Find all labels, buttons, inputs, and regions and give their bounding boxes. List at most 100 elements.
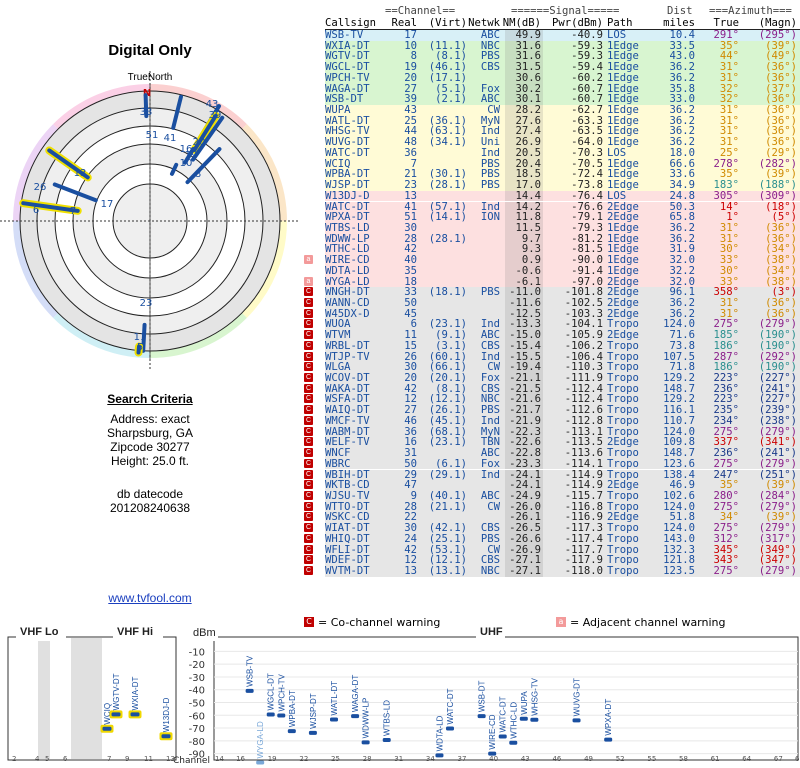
cell-dist: 36.2	[669, 126, 695, 138]
cell-pwr: -60.7	[571, 94, 603, 106]
cell-virt: (45.1)	[428, 415, 467, 427]
cell-dist: 124.0	[663, 426, 695, 438]
cell-net: ION	[480, 212, 500, 223]
cell-real: 51	[404, 212, 417, 223]
cell-virt: (9.1)	[435, 330, 467, 341]
cell-path: 1Edge	[607, 222, 639, 234]
cell-virt: (18.1)	[428, 287, 467, 298]
cell-virt: (25.1)	[428, 533, 467, 545]
cell-m: (279°)	[758, 426, 797, 438]
channel-tick: 43	[521, 755, 530, 763]
co-channel-warning-icon: C	[304, 555, 313, 565]
channel-tick: 16	[236, 755, 245, 763]
station-mark	[308, 730, 317, 735]
station-mark-label: WDTA-LD	[435, 715, 444, 751]
cell-pwr: -115.7	[564, 490, 603, 502]
cell-path: 2Edge	[607, 287, 639, 298]
cell-net: CBS	[480, 340, 500, 352]
station-mark-label: WSB-DT	[478, 681, 487, 713]
cell-m: (284°)	[758, 490, 797, 502]
co-channel-warning-icon: C	[304, 415, 313, 425]
cell-nm: -23.3	[509, 458, 541, 470]
channel-tick: 40	[489, 755, 498, 763]
tvfool-link[interactable]: www.tvfool.com	[0, 591, 300, 605]
cell-nm: -15.0	[509, 330, 541, 341]
cell-nm: -12.5	[509, 308, 541, 320]
station-mark	[161, 734, 171, 739]
cell-real: 22	[404, 512, 417, 524]
cell-t: 186°	[713, 340, 739, 352]
cell-m: (36°)	[765, 298, 797, 309]
cell-real: 25	[404, 115, 417, 127]
cell-t: 186°	[713, 362, 739, 374]
vhf-gap	[71, 638, 102, 759]
y-tick-label: -40	[189, 686, 205, 697]
cell-pwr: -90.0	[571, 255, 603, 266]
cell-real: 30	[404, 362, 417, 374]
cell-real: 45	[404, 308, 417, 320]
cell-dist: 73.8	[669, 340, 695, 352]
cell-path: 1Edge	[607, 94, 639, 106]
cell-dist: 18.0	[669, 147, 695, 159]
co-channel-warning-icon: C	[304, 544, 313, 554]
cell-pwr: -113.6	[564, 448, 603, 459]
station-mark-label: WPCH-TV	[277, 674, 286, 712]
radar-channel-label: 8	[195, 169, 201, 180]
table-row: WUOA 6 (23.1) Ind -13.3 -104.1 Tropo 124.0 275°(…	[325, 319, 800, 331]
cell-m: (36°)	[765, 94, 797, 106]
cell-path: LOS	[607, 147, 627, 159]
cell-m: (39°)	[765, 40, 797, 52]
cell-dist: 31.9	[669, 244, 695, 256]
cell-t: 275°	[713, 319, 739, 331]
station-mark-label: WTHC-LD	[509, 702, 518, 739]
cell-dist: 124.0	[663, 523, 695, 534]
cell-net: CW	[487, 105, 500, 116]
cell-m: (36°)	[765, 115, 797, 127]
cell-m: (190°)	[758, 330, 797, 341]
cell-path: 1Edge	[607, 137, 639, 148]
search-heading: Search Criteria	[107, 392, 193, 406]
cell-net: CBS	[480, 62, 500, 73]
cell-real: 27	[404, 83, 417, 95]
cell-path: Tropo	[607, 533, 639, 545]
cell-virt: (6.1)	[435, 458, 467, 470]
cell-virt: (26.1)	[428, 405, 467, 416]
cell-t: 305°	[713, 190, 739, 202]
table-row: WLGA 30 (66.1) CW -19.4 -110.3 Tropo 71.8 186° (1…	[325, 362, 800, 373]
column-header: Path	[607, 17, 633, 29]
y-tick-label: -10	[189, 647, 205, 658]
cell-path: 2Edge	[607, 298, 639, 309]
cell-dist: 33.5	[669, 40, 695, 52]
cell-path: Tropo	[607, 555, 639, 566]
cell-real: 47	[404, 480, 417, 491]
channel-tick: 5	[45, 755, 49, 763]
cell-path: 1Edge	[607, 255, 639, 266]
table-row: WNGH-DT 33 (18.1) PBS -11.0 -101.8 2Edge 96.1 35…	[325, 287, 800, 298]
cell-m: (36°)	[765, 233, 797, 245]
adjacent-warning-icon: a	[304, 255, 313, 265]
cell-real: 30	[404, 222, 417, 234]
table-row: WANN-CD 50 -11.6 -102.5 2Edge 36.2 31° (36°)	[325, 298, 800, 309]
station-mark-label: WPXA-DT	[604, 699, 613, 736]
cell-t: 223°	[713, 373, 739, 384]
cell-m: (279°)	[758, 566, 797, 577]
spectrum-panel: C = Co-channel warning a = Adjacent chan…	[0, 615, 800, 768]
channel-tick: 7	[107, 755, 111, 763]
cell-m: (309°)	[758, 190, 797, 202]
co-channel-warning-icon: C	[304, 523, 313, 533]
cell-t: 280°	[713, 490, 739, 502]
cell-m: (36°)	[765, 222, 797, 234]
cell-path: 1Edge	[607, 72, 639, 84]
cell-pwr: -114.1	[564, 458, 603, 470]
cell-pwr: -112.8	[564, 415, 603, 427]
cell-nm: 30.2	[515, 83, 541, 95]
cell-real: 40	[404, 255, 417, 266]
cell-virt: (36.1)	[428, 115, 467, 127]
cell-t: 31°	[719, 137, 739, 148]
cell-dist: 32.0	[669, 276, 695, 288]
cell-path: Tropo	[607, 383, 639, 395]
radar-channel-label: 17	[101, 199, 114, 210]
co-channel-warning-icon: C	[304, 373, 313, 383]
cell-t: 236°	[713, 448, 739, 459]
cell-nm: -26.1	[509, 512, 541, 524]
